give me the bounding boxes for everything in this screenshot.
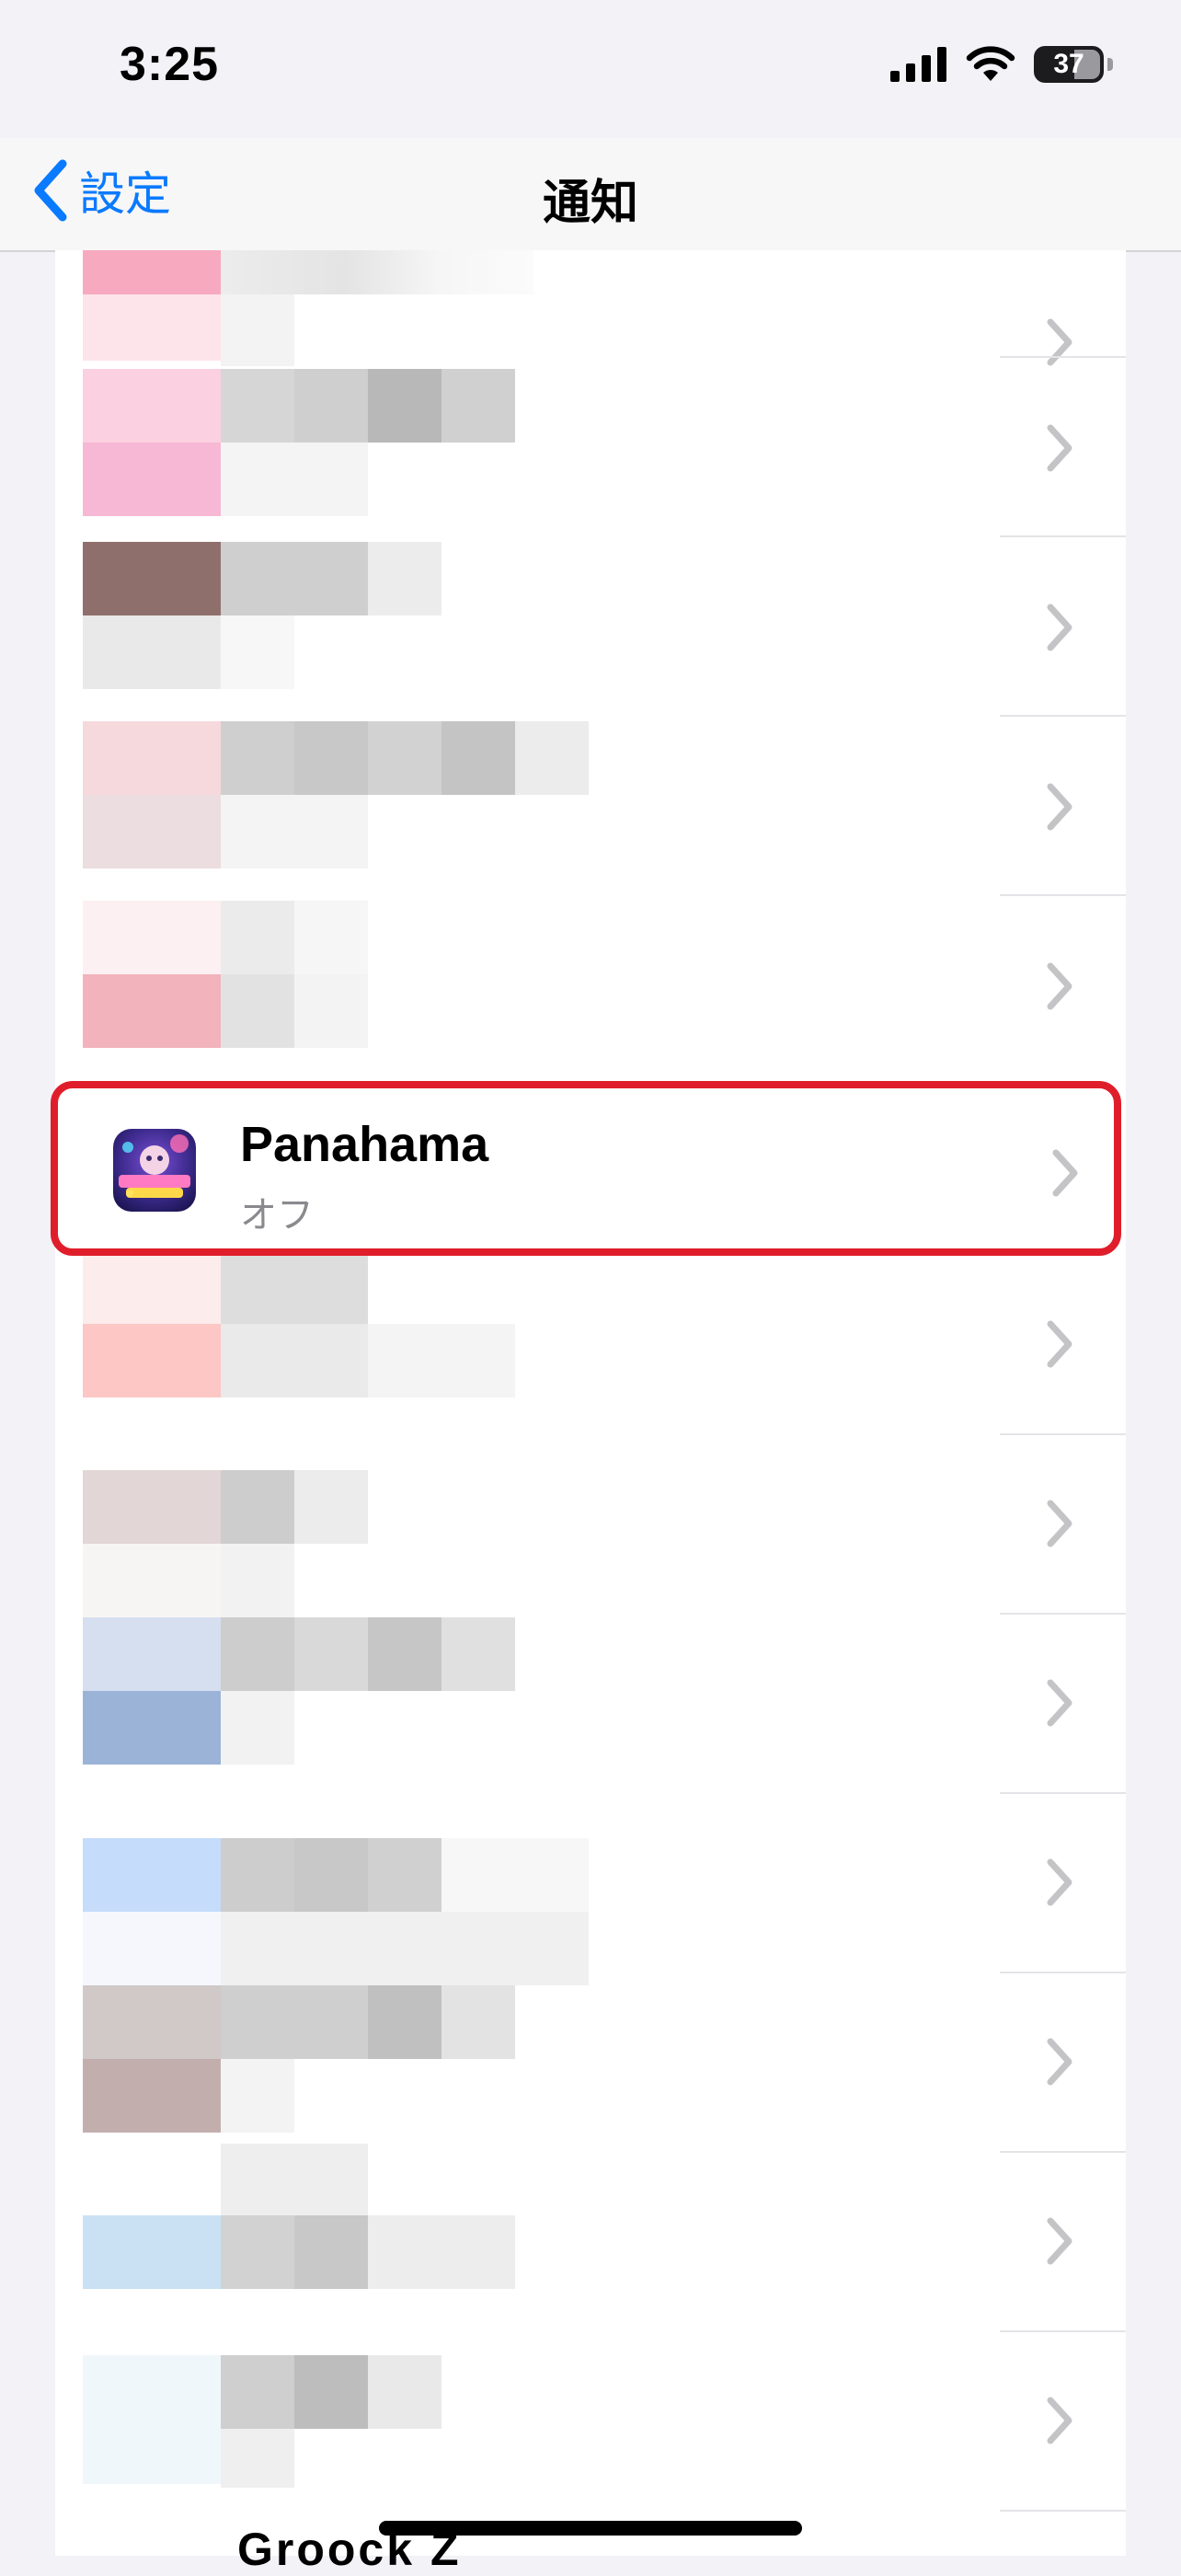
list-item[interactable] [55,2144,1126,2332]
chevron-right-icon [1047,2038,1072,2086]
list-item[interactable] [55,537,1126,717]
status-time: 3:25 [120,38,220,91]
status-icons: 37 [890,46,1113,83]
list-item[interactable] [55,2332,1126,2512]
chevron-right-icon [1047,1500,1072,1547]
list-item[interactable] [55,1615,1126,1794]
home-indicator[interactable] [379,2521,802,2536]
panahama-notification-row[interactable]: Panahama オフ [51,1081,1121,1256]
app-notification-list [55,250,1126,2556]
cellular-signal-icon [890,47,946,82]
obscured-app-icon [83,2215,223,2289]
list-item[interactable] [55,1973,1126,2153]
obscured-app-icon [83,1985,223,2133]
chevron-right-icon [1047,2217,1072,2265]
obscured-app-icon [83,250,223,361]
chevron-right-icon [1047,783,1072,831]
list-item[interactable] [55,250,1126,366]
obscured-app-icon [83,901,223,1048]
notification-status: オフ [240,1195,314,1236]
status-bar: 3:25 37 [0,0,1181,138]
chevron-right-icon [1047,604,1072,651]
obscured-app-icon [83,721,223,868]
battery-percent: 37 [1053,49,1084,79]
chevron-right-icon [1052,1149,1078,1197]
obscured-app-icon [83,542,223,689]
chevron-right-icon [1047,424,1072,472]
chevron-right-icon [1047,962,1072,1010]
panahama-app-icon [113,1129,196,1212]
list-item[interactable] [55,1435,1126,1617]
chevron-right-icon [1047,1320,1072,1368]
list-item[interactable] [55,717,1126,896]
wifi-icon [966,46,1015,81]
battery-icon: 37 [1034,46,1113,83]
obscured-app-icon [83,1617,223,1765]
obscured-app-icon [83,369,223,516]
obscured-app-icon [83,2355,223,2484]
obscured-app-icon [83,1838,223,1985]
panahama-logo [113,1129,196,1212]
app-name: Panahama [240,1117,489,1172]
list-item[interactable] [55,358,1126,537]
list-item[interactable] [55,1794,1126,1985]
obscured-app-icon [83,1470,223,1617]
chevron-right-icon [1047,1858,1072,1906]
chevron-right-icon [1047,1679,1072,1727]
list-item[interactable] [55,896,1126,1075]
navigation-bar: 設定 通知 [0,138,1181,252]
chevron-right-icon [1047,2397,1072,2444]
page-title: 通知 [542,177,638,230]
list-item[interactable] [55,1250,1126,1435]
obscured-app-icon [83,1250,223,1397]
